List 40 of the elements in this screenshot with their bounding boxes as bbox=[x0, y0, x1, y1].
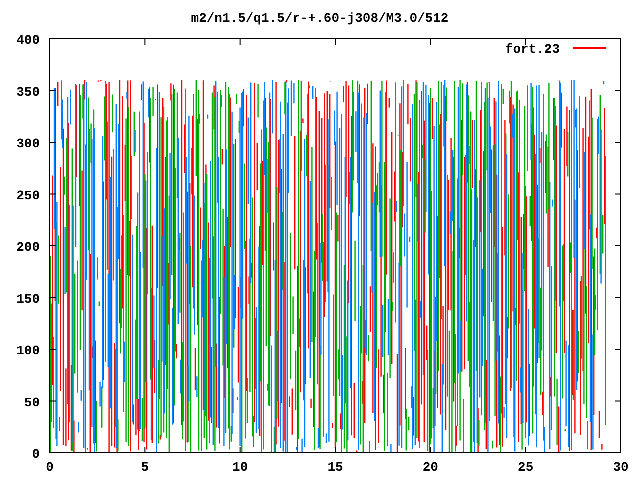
tick-mark bbox=[525, 446, 526, 454]
tick-mark bbox=[614, 349, 622, 350]
x-tick-label: 5 bbox=[141, 460, 150, 475]
tick-mark bbox=[430, 38, 432, 46]
tick-mark bbox=[50, 297, 56, 298]
tick-mark bbox=[50, 349, 56, 350]
x-tick-label: 0 bbox=[46, 460, 54, 475]
tick-mark bbox=[50, 400, 56, 402]
x-tick-label: 20 bbox=[422, 460, 438, 475]
tick-mark bbox=[614, 400, 622, 402]
tick-mark bbox=[144, 446, 146, 454]
y-tick-label: 400 bbox=[16, 33, 40, 48]
x-tick-label: 25 bbox=[518, 460, 534, 475]
tick-mark bbox=[614, 90, 622, 92]
tick-mark bbox=[430, 446, 432, 454]
legend-label: fort.23 bbox=[505, 42, 560, 57]
y-tick-label: 200 bbox=[16, 240, 40, 255]
tick-mark bbox=[614, 297, 622, 298]
tick-mark bbox=[614, 194, 622, 195]
y-tick-label: 150 bbox=[16, 292, 40, 307]
x-tick-label: 10 bbox=[232, 460, 248, 475]
y-tick-label: 350 bbox=[16, 84, 40, 100]
y-tick-label: 300 bbox=[16, 136, 40, 152]
tick-mark bbox=[240, 38, 241, 46]
tick-mark bbox=[50, 90, 56, 92]
tick-mark bbox=[614, 142, 622, 143]
y-tick-label: 100 bbox=[16, 344, 40, 358]
tick-mark bbox=[525, 38, 526, 46]
y-tick-label: 50 bbox=[24, 395, 40, 410]
tick-mark bbox=[240, 446, 241, 454]
chart-title: m2/n1.5/q1.5/r-+.60-j308/M3.0/512 bbox=[191, 11, 449, 26]
x-tick-label: 15 bbox=[328, 460, 344, 475]
tick-mark bbox=[50, 142, 56, 143]
tick-mark bbox=[335, 38, 336, 46]
tick-mark bbox=[335, 446, 336, 454]
x-tick-label: 30 bbox=[613, 460, 629, 475]
y-tick-label: 250 bbox=[16, 188, 40, 204]
y-tick-label: 0 bbox=[32, 447, 40, 462]
tick-mark bbox=[50, 194, 56, 195]
tick-mark bbox=[144, 38, 146, 46]
